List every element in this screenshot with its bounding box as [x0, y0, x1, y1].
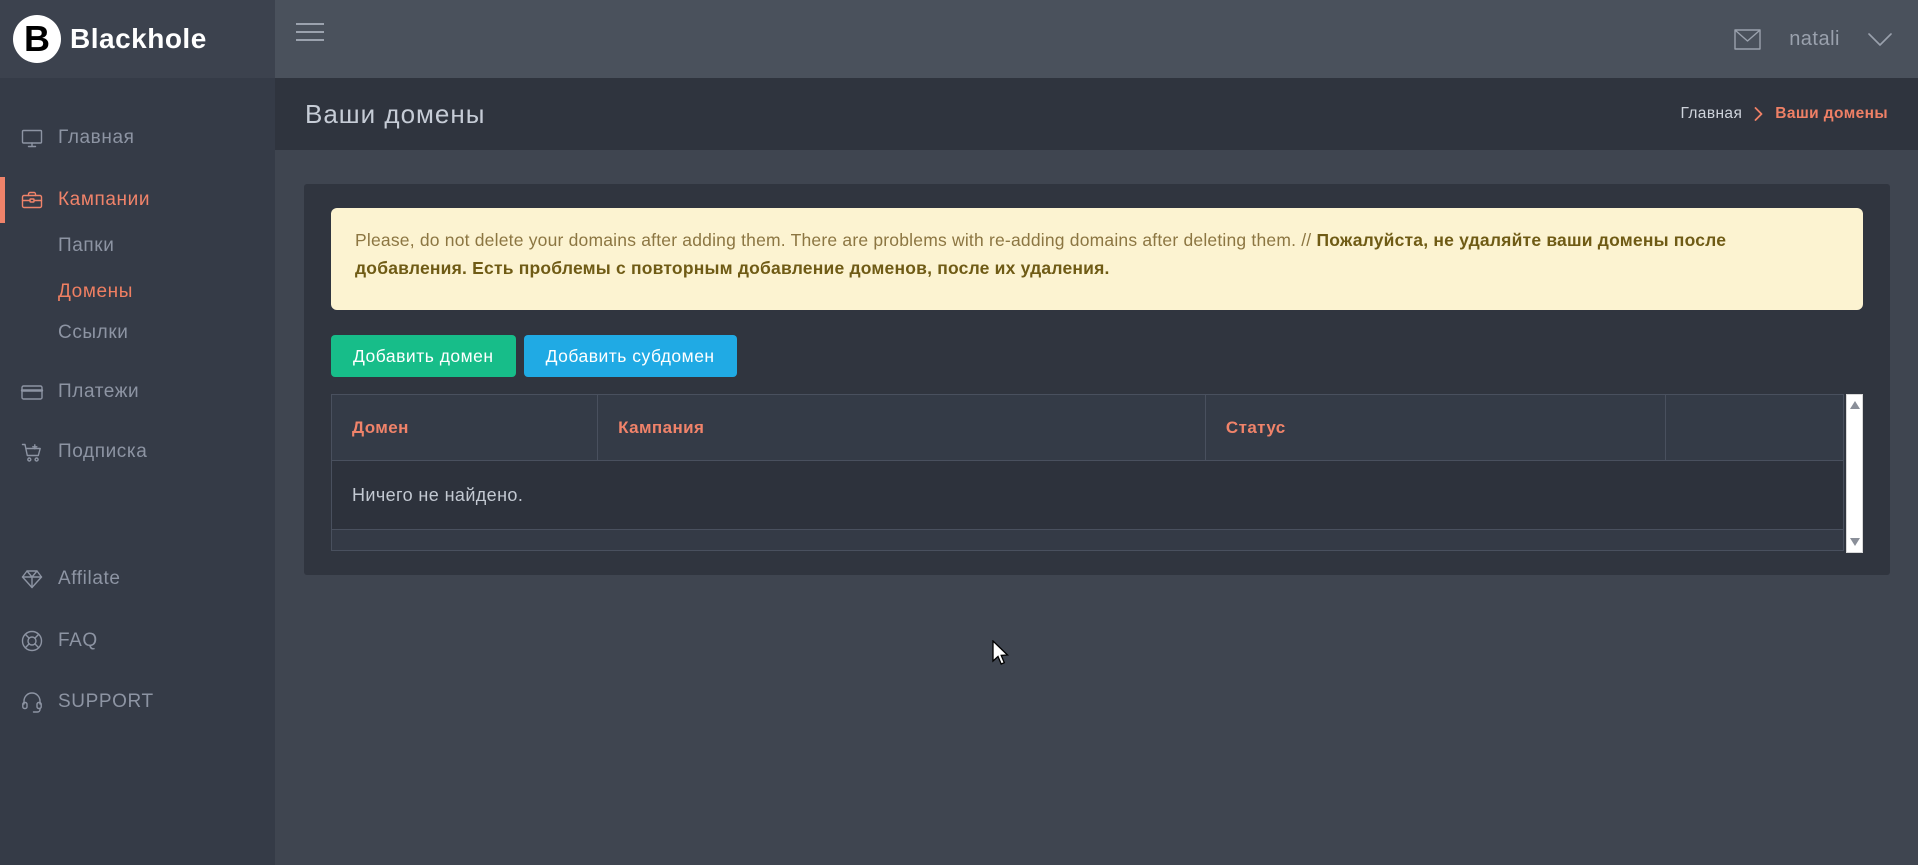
breadcrumb-separator-icon	[1754, 107, 1763, 121]
brand-name: Blackhole	[70, 23, 207, 55]
cart-plus-icon	[20, 440, 44, 464]
add-domain-button[interactable]: Добавить домен	[331, 335, 516, 377]
sidebar-item-links[interactable]: Ссылки	[0, 310, 275, 356]
scroll-down-icon[interactable]	[1850, 538, 1860, 546]
domains-table-zone: Домен Кампания Статус Ничего не найдено.	[331, 394, 1863, 551]
sidebar-item-label: Кампании	[58, 189, 150, 211]
briefcase-icon	[20, 188, 44, 212]
page-header: Ваши домены Главная Ваши домены	[275, 78, 1918, 150]
sidebar-item-support[interactable]: SUPPORT	[0, 679, 275, 725]
credit-card-icon	[20, 380, 44, 404]
sidebar-item-affilate[interactable]: Affilate	[0, 556, 275, 602]
empty-state-message: Ничего не найдено.	[332, 461, 1844, 530]
warning-text-en: Please, do not delete your domains after…	[355, 230, 1316, 250]
mail-icon[interactable]	[1734, 29, 1761, 50]
page-title: Ваши домены	[305, 99, 485, 130]
sidebar-item-label: Главная	[58, 127, 135, 149]
sidebar-item-domains[interactable]: Домены	[0, 269, 275, 315]
breadcrumb-home-link[interactable]: Главная	[1680, 105, 1742, 123]
sidebar-item-subscription[interactable]: Подписка	[0, 429, 275, 475]
table-footer	[331, 530, 1844, 551]
sidebar-item-label: SUPPORT	[58, 691, 154, 713]
column-header-domain: Домен	[332, 395, 598, 461]
brand-logo-letter: B	[24, 21, 50, 57]
sidebar-item-label: Домены	[58, 281, 133, 303]
topbar-right: natali	[1734, 0, 1892, 78]
actions-row: Добавить домен Добавить субдомен	[331, 335, 1863, 377]
add-subdomain-button[interactable]: Добавить субдомен	[524, 335, 737, 377]
sidebar-item-label: FAQ	[58, 630, 98, 652]
breadcrumb: Главная Ваши домены	[1680, 105, 1888, 123]
table-scrollbar[interactable]	[1846, 394, 1863, 553]
life-ring-icon	[20, 629, 44, 653]
sidebar: Главная Кампании Папки Домены Ссылки	[0, 78, 275, 865]
breadcrumb-current: Ваши домены	[1775, 105, 1888, 123]
sidebar-item-faq[interactable]: FAQ	[0, 618, 275, 664]
column-header-campaign: Кампания	[598, 395, 1206, 461]
app-window: B Blackhole natali	[0, 0, 1918, 865]
monitor-icon	[20, 126, 44, 150]
brand-logo[interactable]: B Blackhole	[0, 0, 275, 78]
sidebar-item-label: Папки	[58, 235, 114, 257]
sidebar-item-label: Affilate	[58, 568, 121, 590]
username-label[interactable]: natali	[1789, 28, 1840, 51]
chevron-down-icon[interactable]	[1868, 33, 1892, 46]
menu-toggle-icon[interactable]	[296, 23, 324, 47]
sidebar-item-home[interactable]: Главная	[0, 115, 275, 161]
brand-logo-icon: B	[13, 15, 61, 63]
sidebar-item-label: Подписка	[58, 441, 147, 463]
gem-icon	[20, 567, 44, 591]
main-area: Ваши домены Главная Ваши домены Please, …	[275, 78, 1918, 865]
sidebar-item-label: Ссылки	[58, 322, 129, 344]
domains-table: Домен Кампания Статус Ничего не найдено.	[331, 394, 1844, 530]
table-row: Ничего не найдено.	[332, 461, 1844, 530]
column-header-status: Статус	[1205, 395, 1665, 461]
sidebar-item-campaigns[interactable]: Кампании	[0, 177, 275, 223]
sidebar-item-payments[interactable]: Платежи	[0, 369, 275, 415]
table-header-row: Домен Кампания Статус	[332, 395, 1844, 461]
scroll-up-icon[interactable]	[1850, 401, 1860, 409]
warning-banner: Please, do not delete your domains after…	[331, 208, 1863, 310]
sidebar-item-label: Платежи	[58, 381, 139, 403]
sidebar-item-folders[interactable]: Папки	[0, 223, 275, 269]
column-header-actions	[1665, 395, 1843, 461]
content-card: Please, do not delete your domains after…	[304, 184, 1890, 575]
topbar: B Blackhole natali	[0, 0, 1918, 78]
headset-icon	[20, 690, 44, 714]
